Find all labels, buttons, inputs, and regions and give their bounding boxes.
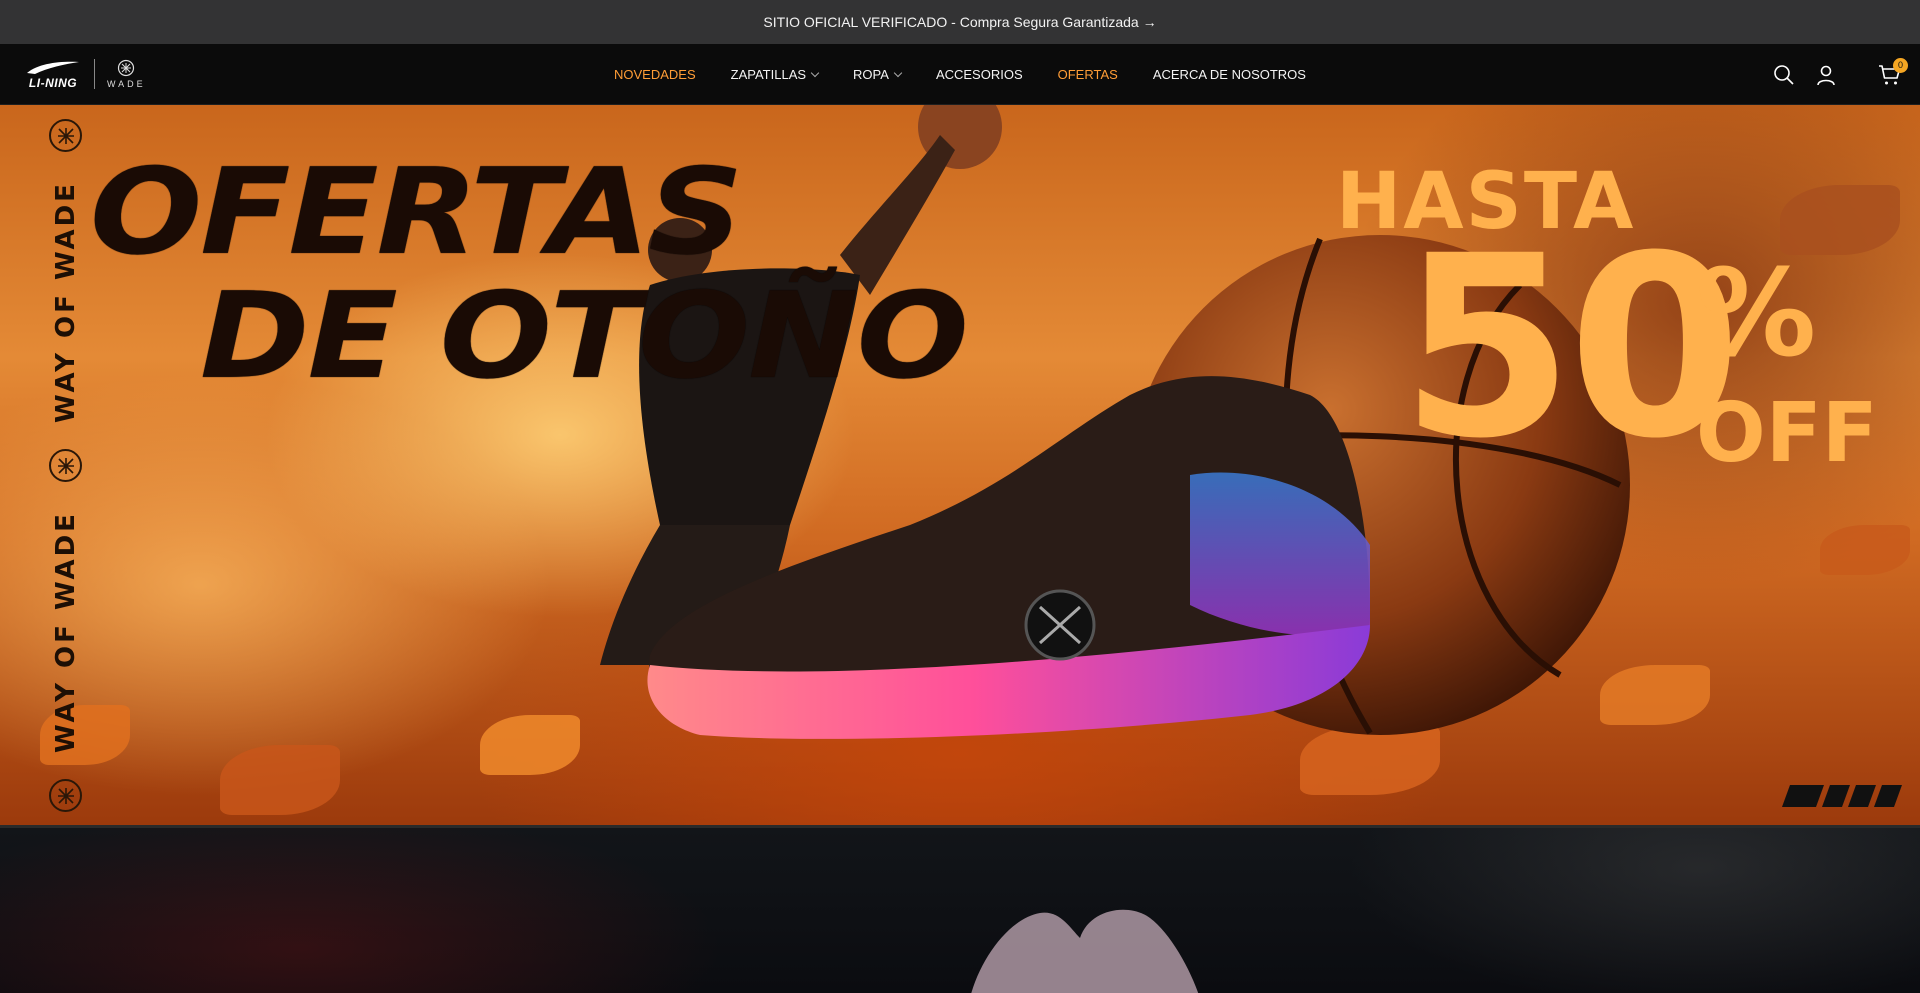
wade-emblem-icon: [49, 449, 82, 482]
wade-logo: WADE: [107, 59, 146, 89]
nav-list: NOVEDADES ZAPATILLAS ROPA ACCESORIOS OFERTAS…: [597, 67, 1324, 82]
account-button[interactable]: [1814, 63, 1838, 87]
hero-banner[interactable]: WAY OF WADE WAY OF WADE OFERTAS DE OTOÑO…: [0, 105, 1920, 825]
chevron-down-icon: [893, 68, 903, 77]
brand-logo[interactable]: LI-NING WADE: [24, 57, 146, 91]
hero-headline-line2: DE OTOÑO: [200, 267, 969, 406]
header-actions: 0: [1772, 44, 1908, 105]
search-button[interactable]: [1772, 63, 1796, 87]
wade-emblem-icon: [49, 779, 82, 812]
product-glimpse: [971, 909, 1199, 993]
promo-off-text: OFF: [1696, 386, 1878, 481]
decorative-leaf: [220, 745, 340, 815]
nav-item-label: ZAPATILLAS: [730, 67, 807, 82]
promo-discount-value: 50: [1400, 202, 1742, 493]
li-ning-swoosh-icon: [27, 61, 79, 74]
nav-item-label: ACCESORIOS: [935, 67, 1023, 82]
logo-divider: [94, 59, 95, 89]
side-slogan-text: WAY OF WADE: [51, 181, 81, 423]
announcement-bar: SITIO OFICIAL VERIFICADO - Compra Segura…: [0, 0, 1920, 44]
site-header: LI-NING WADE NOVEDADES ZAPATILLAS ROPA ACCE…: [0, 44, 1920, 105]
side-brand-strip: WAY OF WADE WAY OF WADE: [44, 117, 88, 817]
account-icon: [1817, 65, 1835, 85]
chevron-down-icon: [810, 68, 820, 77]
nav-item-label: OFERTAS: [1057, 67, 1118, 82]
li-ning-logo: LI-NING: [24, 59, 82, 90]
nav-item-label: ROPA: [853, 67, 889, 82]
hero-headline-line1: OFERTAS: [90, 143, 743, 282]
announcement-text[interactable]: SITIO OFICIAL VERIFICADO - Compra Segura…: [763, 14, 1156, 30]
nav-item-zapatillas[interactable]: ZAPATILLAS: [713, 67, 835, 82]
search-icon: [1774, 64, 1794, 85]
li-ning-stripes-logo: [1781, 785, 1903, 807]
promo-percent-sign: %: [1696, 245, 1817, 384]
featured-section: [0, 828, 1920, 993]
nav-item-label: ACERCA DE NOSOTROS: [1152, 67, 1306, 82]
main-nav: NOVEDADES ZAPATILLAS ROPA ACCESORIOS OFERTAS…: [0, 44, 1920, 105]
decorative-leaf: [480, 715, 580, 775]
wade-emblem-icon: [118, 59, 135, 77]
cart-count-badge: 0: [1893, 57, 1908, 73]
side-slogan-text: WAY OF WADE: [51, 511, 81, 753]
nav-item-ropa[interactable]: ROPA: [836, 67, 919, 82]
logo-sub-text: WADE: [107, 79, 146, 89]
nav-item-label: NOVEDADES: [614, 67, 696, 82]
logo-brand-text: LI-NING: [28, 75, 78, 90]
wade-emblem-icon: [49, 119, 82, 152]
cart-button[interactable]: 0: [1878, 57, 1908, 87]
nav-item-accesorios[interactable]: ACCESORIOS: [918, 67, 1040, 82]
nav-item-novedades[interactable]: NOVEDADES: [597, 67, 714, 82]
decorative-leaf: [1820, 525, 1910, 575]
nav-item-acerca-de-nosotros[interactable]: ACERCA DE NOSOTROS: [1135, 67, 1323, 82]
nav-item-ofertas[interactable]: OFERTAS: [1040, 67, 1135, 82]
